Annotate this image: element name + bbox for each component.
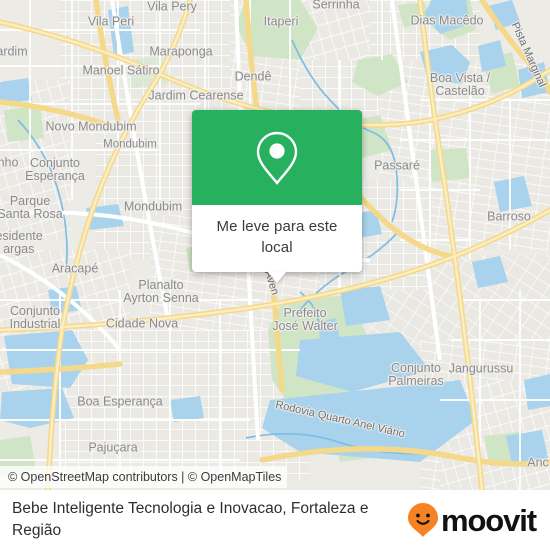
attribution-text: © OpenStreetMap contributors | © OpenMap… (8, 470, 282, 484)
moovit-logo[interactable]: moovit (407, 502, 537, 538)
moovit-wordmark: moovit (440, 502, 537, 538)
popup-body: Me leve para este local (192, 205, 362, 272)
map-canvas[interactable]: Vila Pery Vila Peri Itaperi Serrinha Dias Ma… (0, 0, 550, 490)
moovit-pin-icon (407, 503, 438, 537)
popup-pointer-tail (268, 272, 286, 283)
map-pin-icon (256, 131, 298, 185)
footer-bar: Bebe Inteligente Tecnologia e Inovacao, … (0, 490, 550, 550)
destination-popup-card[interactable]: Me leve para este local (192, 110, 362, 283)
map-attribution[interactable]: © OpenStreetMap contributors | © OpenMap… (0, 466, 288, 488)
popup-header (192, 110, 362, 205)
popup-label: Me leve para este local (216, 218, 338, 256)
footer-place-title: Bebe Inteligente Tecnologia e Inovacao, … (12, 500, 369, 539)
